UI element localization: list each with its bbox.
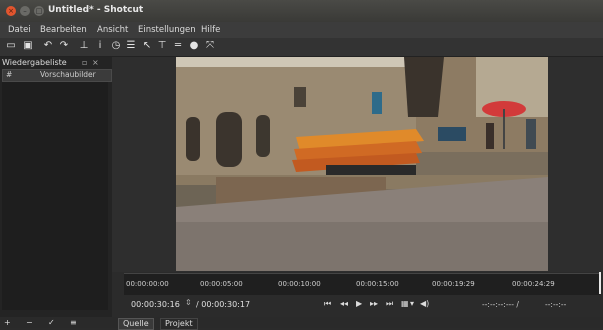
tick-4: 00:00:19:29 (432, 280, 475, 288)
close-icon[interactable]: × (6, 6, 16, 16)
tick-3: 00:00:15:00 (356, 280, 399, 288)
playhead[interactable] (599, 272, 601, 294)
playlist-title: Wiedergabeliste (2, 58, 67, 67)
filter-icon[interactable]: ⊤ (156, 40, 168, 52)
in-point: --:--:--:--- / (482, 300, 519, 309)
tick-1: 00:00:05:00 (200, 280, 243, 288)
tab-source[interactable]: Quelle (118, 318, 154, 330)
info-icon[interactable]: i (94, 40, 106, 52)
menu-view[interactable]: Ansicht (97, 25, 128, 35)
rewind-icon[interactable]: ◂◂ (340, 299, 348, 308)
column-thumbnails[interactable]: Vorschaubilder (40, 70, 96, 79)
timeline-icon[interactable]: ⊥ (78, 40, 90, 52)
column-index[interactable]: # (6, 70, 12, 79)
undo-icon[interactable]: ↶ (42, 40, 54, 52)
current-timecode[interactable]: 00:00:30:16 (131, 300, 180, 309)
maximize-icon[interactable]: □ (34, 6, 44, 16)
volume-icon[interactable]: ◀) (420, 299, 429, 308)
open-icon[interactable]: ▭ (5, 40, 17, 52)
timecode-spin-icon[interactable]: ⇕ (185, 298, 192, 307)
cursor-icon[interactable]: ↖ (141, 40, 153, 52)
update-icon[interactable]: ✓ (48, 318, 55, 327)
dropdown-icon[interactable]: ▾ (410, 299, 414, 308)
duration: --:--:-- (545, 300, 567, 309)
menu-edit[interactable]: Bearbeiten (40, 25, 87, 35)
tab-project[interactable]: Projekt (160, 318, 198, 330)
minimize-icon[interactable]: – (20, 6, 30, 16)
menu-settings[interactable]: Einstellungen (138, 25, 196, 35)
menu-file[interactable]: Datei (8, 25, 31, 35)
toolbar: ▭ ▣ ↶ ↷ ⊥ i ◷ ☰ ↖ ⊤ ═ ● ⤧ (0, 38, 603, 57)
skip-end-icon[interactable]: ⏭ (386, 299, 393, 309)
panel-float-icon[interactable]: ▫ (82, 58, 87, 67)
fast-forward-icon[interactable]: ▸▸ (370, 299, 378, 308)
redo-icon[interactable]: ↷ (58, 40, 70, 52)
menu-help[interactable]: Hilfe (201, 25, 220, 35)
add-icon[interactable]: + (4, 318, 11, 327)
tick-2: 00:00:10:00 (278, 280, 321, 288)
total-timecode: / 00:00:30:17 (196, 300, 251, 309)
window-title: Untitled* - Shotcut (48, 5, 144, 15)
fullscreen-icon[interactable]: ⤧ (204, 40, 216, 52)
title-bar: × – □ Untitled* - Shotcut (0, 0, 603, 22)
zoom-icon[interactable]: ▦ (401, 299, 409, 308)
bottom-bar (0, 317, 603, 328)
menu-icon[interactable]: ≡ (70, 318, 77, 327)
mixer-icon[interactable]: ═ (172, 40, 184, 52)
playlist-icon[interactable]: ☰ (125, 40, 137, 52)
remove-icon[interactable]: − (26, 318, 33, 327)
record-icon[interactable]: ● (188, 40, 200, 52)
panel-close-icon[interactable]: × (92, 58, 99, 67)
tick-0: 00:00:00:00 (126, 280, 169, 288)
skip-start-icon[interactable]: ⏮ (324, 299, 331, 309)
save-icon[interactable]: ▣ (22, 40, 34, 52)
playlist-list[interactable] (2, 82, 108, 310)
tick-5: 00:00:24:29 (512, 280, 555, 288)
play-icon[interactable]: ▶ (356, 299, 362, 308)
menu-bar: Datei Bearbeiten Ansicht Einstellungen H… (0, 22, 603, 38)
history-icon[interactable]: ◷ (110, 40, 122, 52)
video-preview[interactable] (176, 57, 548, 271)
